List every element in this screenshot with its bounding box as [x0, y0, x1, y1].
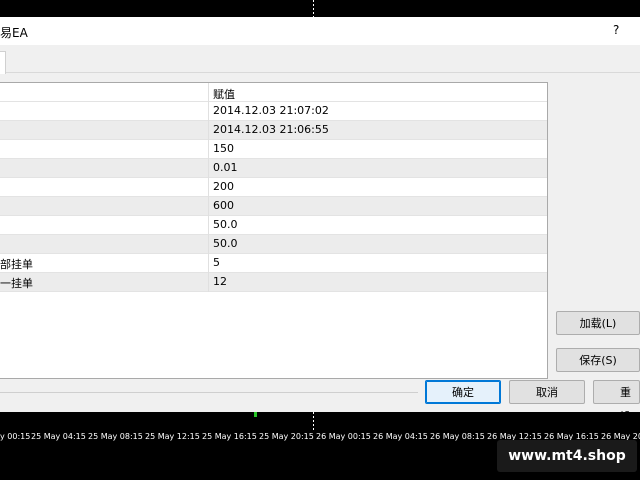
- time-tick: 25 May 08:15: [88, 432, 143, 441]
- crosshair-line: [313, 0, 314, 17]
- time-tick: 25 May 16:15: [202, 432, 257, 441]
- ea-properties-dialog: 易EA ? 赋值 2014.12.03 21:07:02 2014.12.03 …: [0, 17, 640, 423]
- row-value[interactable]: 150: [213, 142, 234, 155]
- time-tick: y 00:15: [0, 432, 31, 441]
- row-value[interactable]: 50.0: [213, 218, 238, 231]
- reset-button[interactable]: 重设: [593, 380, 640, 423]
- table-row[interactable]: 2014.12.03 21:07:02: [0, 102, 547, 121]
- row-value[interactable]: 50.0: [213, 237, 238, 250]
- table-row[interactable]: 0.01: [0, 159, 547, 178]
- row-value[interactable]: 5: [213, 256, 220, 269]
- column-header-value: 赋值: [213, 88, 235, 101]
- table-row[interactable]: 600: [0, 197, 547, 216]
- time-tick: 25 May 20:15: [259, 432, 314, 441]
- price-bar: [254, 412, 257, 417]
- row-value[interactable]: 2014.12.03 21:06:55: [213, 123, 329, 136]
- table-row[interactable]: 一挂单 12: [0, 273, 547, 292]
- chart-top-area: [0, 0, 640, 17]
- table-row[interactable]: 50.0: [0, 216, 547, 235]
- time-tick: 26 May 08:15: [430, 432, 485, 441]
- column-separator: [208, 83, 209, 292]
- table-row[interactable]: 部挂单 5: [0, 254, 547, 273]
- table-row[interactable]: 50.0: [0, 235, 547, 254]
- dialog-titlebar: 易EA ?: [0, 17, 640, 45]
- row-label: 一挂单: [0, 277, 33, 290]
- table-row[interactable]: 200: [0, 178, 547, 197]
- inputs-table: 赋值 2014.12.03 21:07:02 2014.12.03 21:06:…: [0, 82, 548, 379]
- table-header-row: 赋值: [0, 83, 547, 102]
- save-button[interactable]: 保存(S): [556, 348, 640, 372]
- table-row[interactable]: 2014.12.03 21:06:55: [0, 121, 547, 140]
- load-button[interactable]: 加载(L): [556, 311, 640, 335]
- cancel-button[interactable]: 取消: [509, 380, 585, 404]
- time-tick: 26 May 04:15: [373, 432, 428, 441]
- row-value[interactable]: 200: [213, 180, 234, 193]
- dialog-title: 易EA: [0, 26, 28, 40]
- time-tick: 25 May 12:15: [145, 432, 200, 441]
- row-value[interactable]: 0.01: [213, 161, 238, 174]
- watermark-logo: www.mt4.shop: [497, 440, 637, 472]
- row-value[interactable]: 600: [213, 199, 234, 212]
- tab-strip: [0, 45, 640, 74]
- time-tick: 26 May 00:15: [316, 432, 371, 441]
- table-row[interactable]: 150: [0, 140, 547, 159]
- tab-inputs[interactable]: [0, 51, 6, 74]
- time-tick: 25 May 04:15: [31, 432, 86, 441]
- help-button[interactable]: ?: [613, 23, 619, 37]
- row-label: 部挂单: [0, 258, 33, 271]
- ok-button[interactable]: 确定: [425, 380, 501, 404]
- row-value[interactable]: 2014.12.03 21:07:02: [213, 104, 329, 117]
- divider: [0, 392, 418, 393]
- crosshair-line: [313, 412, 314, 430]
- row-value[interactable]: 12: [213, 275, 227, 288]
